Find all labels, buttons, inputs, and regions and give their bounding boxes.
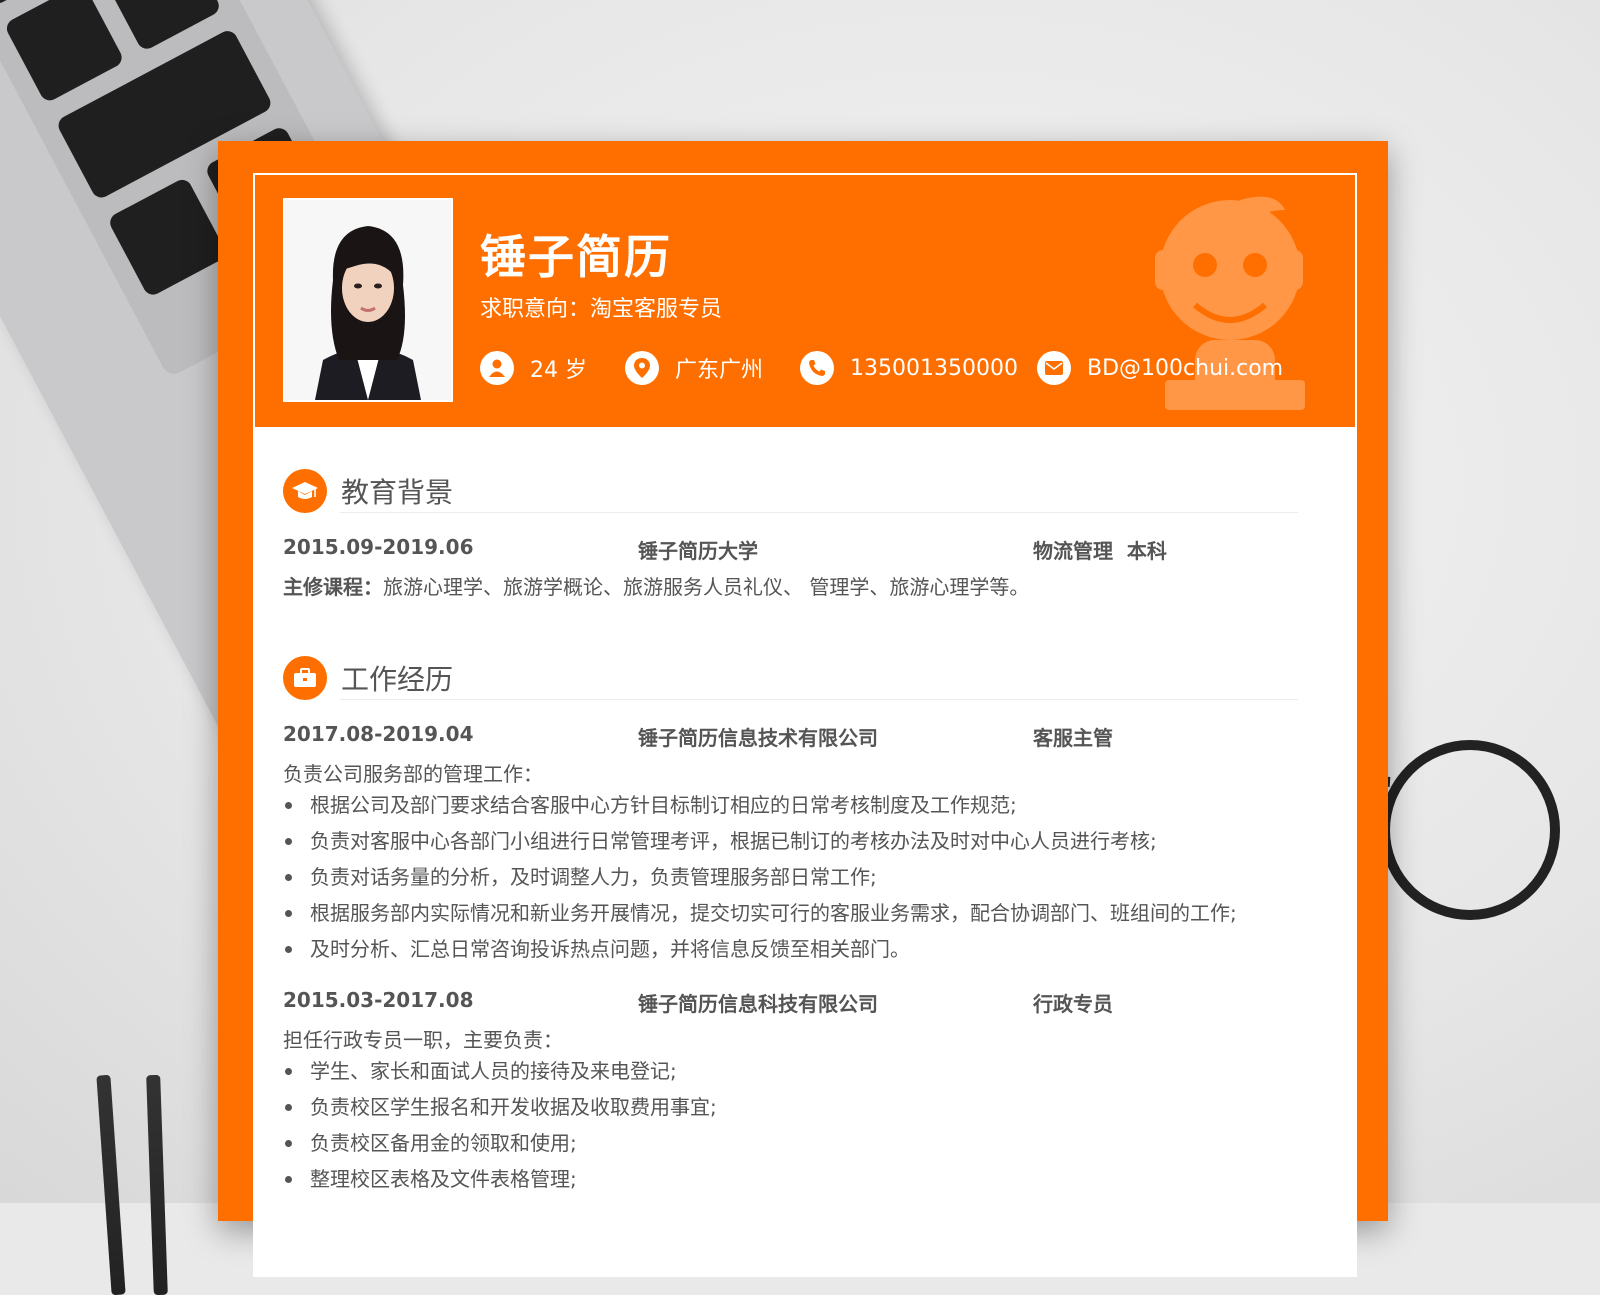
list-item: 学生、家长和面试人员的接待及来电登记;	[283, 1053, 717, 1089]
work-section-title: 工作经历	[283, 656, 453, 700]
candidate-name: 锤子简历	[480, 230, 672, 284]
graduation-cap-icon	[283, 469, 327, 513]
mascot-logo	[1155, 196, 1305, 410]
phone-icon	[800, 351, 834, 385]
resume-header: 锤子简历 求职意向：淘宝客服专员 24 岁 广东广州 135001350000	[255, 175, 1355, 427]
keyboard-key	[3, 0, 126, 104]
contact-age: 24 岁	[480, 351, 587, 385]
education-major: 物流管理 本科	[1033, 539, 1167, 563]
courses-line: 主修课程：旅游心理学、旅游学概论、旅游服务人员礼仪、 管理学、旅游心理学等。	[283, 571, 1029, 600]
person-icon	[480, 351, 514, 385]
section-divider	[340, 512, 1298, 513]
courses-text: 旅游心理学、旅游学概论、旅游服务人员礼仪、 管理学、旅游心理学等。	[383, 575, 1030, 599]
job-period: 2017.08-2019.04	[283, 722, 474, 746]
profile-photo	[283, 198, 453, 402]
location-text: 广东广州	[675, 358, 764, 383]
contact-phone: 135001350000	[800, 351, 1018, 385]
list-item: 根据服务部内实际情况和新业务开展情况，提交切实可行的客服业务需求，配合协调部门、…	[283, 895, 1237, 931]
courses-label: 主修课程：	[283, 575, 383, 599]
job-duties-list: 学生、家长和面试人员的接待及来电登记; 负责校区学生报名和开发收据及收取费用事宜…	[283, 1053, 717, 1197]
job-duties-list: 根据公司及部门要求结合客服中心方针目标制订相应的日常考核制度及工作规范; 负责对…	[283, 787, 1237, 967]
phone-text: 135001350000	[850, 355, 1018, 381]
list-item: 负责对客服中心各部门小组进行日常管理考评，根据已制订的考核办法及时对中心人员进行…	[283, 823, 1237, 859]
list-item: 根据公司及部门要求结合客服中心方针目标制订相应的日常考核制度及工作规范;	[283, 787, 1237, 823]
education-title: 教育背景	[341, 476, 454, 509]
section-divider	[340, 699, 1298, 700]
list-item: 及时分析、汇总日常咨询投诉热点问题，并将信息反馈至相关部门。	[283, 931, 1237, 967]
list-item: 负责校区学生报名和开发收据及收取费用事宜;	[283, 1089, 717, 1125]
job-period: 2015.03-2017.08	[283, 988, 474, 1012]
age-text: 24 岁	[530, 358, 587, 383]
job-role: 行政专员	[1033, 992, 1113, 1016]
contact-location: 广东广州	[625, 351, 763, 385]
education-school: 锤子简历大学	[638, 539, 758, 563]
briefcase-icon	[283, 656, 327, 700]
job-company: 锤子简历信息科技有限公司	[638, 992, 878, 1016]
job-intent: 求职意向：淘宝客服专员	[480, 297, 723, 322]
job-company: 锤子简历信息技术有限公司	[638, 726, 878, 750]
education-section-title: 教育背景	[283, 469, 453, 513]
work-title: 工作经历	[341, 663, 454, 696]
list-item: 负责校区备用金的领取和使用;	[283, 1125, 717, 1161]
mail-icon	[1037, 351, 1071, 385]
glasses-image	[1360, 740, 1560, 920]
job-role: 客服主管	[1033, 726, 1113, 750]
job-intro: 负责公司服务部的管理工作：	[283, 762, 543, 786]
resume-inner: 锤子简历 求职意向：淘宝客服专员 24 岁 广东广州 135001350000	[253, 173, 1357, 1277]
resume-page: 锤子简历 求职意向：淘宝客服专员 24 岁 广东广州 135001350000	[218, 141, 1388, 1277]
list-item: 负责对话务量的分析，及时调整人力，负责管理服务部日常工作;	[283, 859, 1237, 895]
location-pin-icon	[625, 351, 659, 385]
job-intro: 担任行政专员一职，主要负责：	[283, 1028, 563, 1052]
list-item: 整理校区表格及文件表格管理;	[283, 1161, 717, 1197]
education-period: 2015.09-2019.06	[283, 535, 474, 559]
keyboard-key	[106, 176, 229, 299]
